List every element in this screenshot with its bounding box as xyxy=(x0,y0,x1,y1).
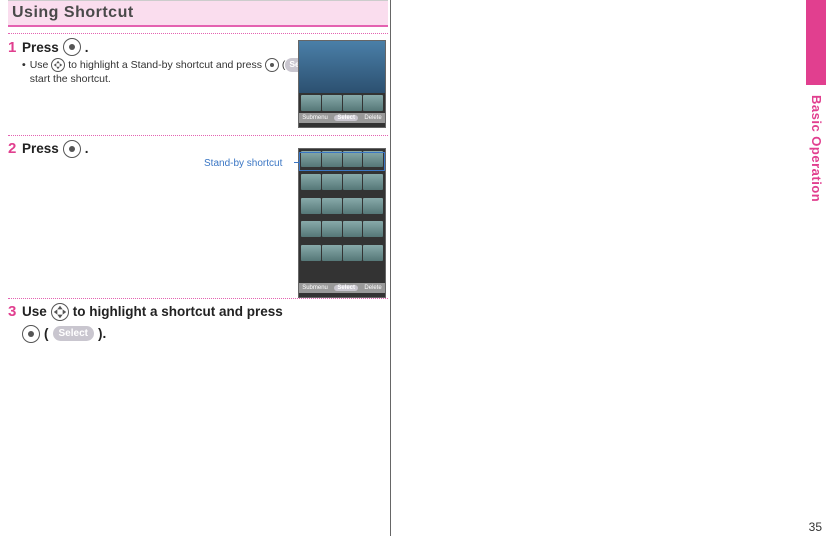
step-1-sub-t2: to highlight a Stand-by shortcut and pre… xyxy=(68,59,265,71)
step-3-text: Use to highlight a shortcut and press xyxy=(22,303,283,321)
step-3-prefix: Use xyxy=(22,304,47,319)
callout-line xyxy=(294,162,299,163)
center-key-icon xyxy=(63,140,81,158)
section-title: Using Shortcut xyxy=(8,0,388,27)
select-softkey-pill: Select xyxy=(53,326,94,341)
column-divider xyxy=(390,0,391,536)
step-3: 3 Use to highlight a shortcut and press … xyxy=(8,303,388,343)
side-section-label: Basic Operation xyxy=(808,95,824,202)
side-color-tab xyxy=(806,0,826,85)
center-key-icon xyxy=(63,38,81,56)
divider-dots xyxy=(8,135,388,136)
softkey-delete: Delete xyxy=(364,285,381,291)
step-3-paren2: ). xyxy=(98,326,106,341)
step-number: 1 xyxy=(8,39,18,56)
center-key-icon xyxy=(265,58,279,72)
step-2-text: Press . xyxy=(22,140,89,158)
softkey-delete: Delete xyxy=(364,115,381,121)
step-number: 3 xyxy=(8,303,18,320)
step-3-line2: ( Select). xyxy=(22,325,106,343)
dpad-icon xyxy=(51,303,69,321)
step-3-paren1: ( xyxy=(44,326,49,341)
softkey-submenu: Submenu xyxy=(302,115,328,121)
screenshot-2: Submenu Select Delete xyxy=(298,148,386,298)
dpad-icon xyxy=(51,58,65,72)
screenshot-1: Submenu Select Delete xyxy=(298,40,386,128)
step-2-prefix: Press xyxy=(22,141,59,156)
step-2-suffix: . xyxy=(85,141,89,156)
callout-label: Stand-by shortcut xyxy=(204,158,282,169)
center-key-icon xyxy=(22,325,40,343)
step-1-suffix: . xyxy=(85,40,89,55)
bullet-icon: • xyxy=(22,58,26,87)
step-3-mid: to highlight a shortcut and press xyxy=(73,304,283,319)
softkey-select: Select xyxy=(334,285,358,291)
step-1-prefix: Press xyxy=(22,40,59,55)
page-number: 35 xyxy=(809,520,822,534)
step-1-text: Press . xyxy=(22,38,89,56)
step-1-sub-t1: Use xyxy=(30,59,52,71)
divider-dots xyxy=(8,33,388,34)
step-number: 2 xyxy=(8,140,18,157)
softkey-select: Select xyxy=(334,115,358,121)
softkey-submenu: Submenu xyxy=(302,285,328,291)
